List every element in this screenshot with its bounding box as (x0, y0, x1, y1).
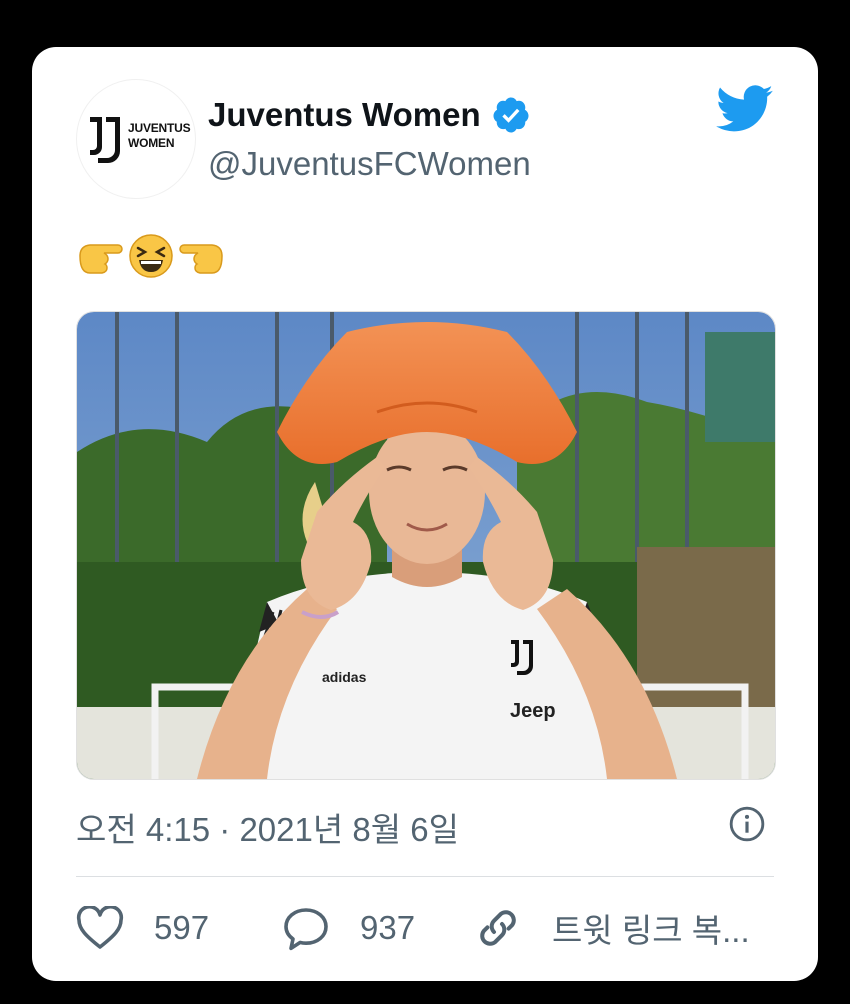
author-handle[interactable]: @JuventusFCWomen (208, 145, 531, 183)
reply-count: 937 (360, 909, 416, 946)
avatar-wordmark-line1: JUVENTUS (128, 121, 191, 135)
reply-button[interactable]: 937 (282, 903, 415, 953)
copy-link-label: 트윗 링크 복... (552, 912, 750, 949)
twitter-bird-icon[interactable] (716, 85, 774, 133)
verified-badge-icon (493, 97, 529, 133)
tweet-photo[interactable]: adidas Jeep (76, 311, 776, 780)
shirt-brand-text: adidas (322, 669, 367, 685)
copy-link-button[interactable]: 트윗 링크 복... (474, 903, 750, 953)
tweet-timestamp[interactable]: 오전 4:15 · 2021년 8월 6일 (76, 803, 459, 851)
avatar-wordmark-line2: WOMEN (128, 136, 175, 150)
photo-illustration: adidas Jeep (77, 312, 775, 779)
profile-avatar[interactable]: JUVENTUS WOMEN (76, 79, 196, 199)
tweet-text: 👉😆👈 (76, 231, 226, 281)
juventus-logo-icon (90, 117, 120, 163)
like-button[interactable]: 597 (76, 903, 209, 953)
display-name[interactable]: Juventus Women (208, 96, 481, 134)
author-name-row[interactable]: Juventus Women (208, 95, 531, 135)
link-icon (480, 910, 516, 946)
speech-bubble-icon (284, 908, 328, 951)
like-count: 597 (154, 909, 210, 946)
heart-icon (76, 906, 124, 949)
divider (76, 876, 774, 877)
pointing-right-emoji-icon (79, 244, 123, 274)
laughing-face-emoji-icon (129, 234, 173, 278)
shirt-sponsor-text: Jeep (510, 700, 556, 722)
pointing-left-emoji-icon (179, 244, 223, 274)
tweet-actions: 597 937 트윗 링크 복... (76, 903, 774, 953)
info-icon[interactable] (728, 805, 766, 843)
tweet-card[interactable]: JUVENTUS WOMEN Juventus Women @JuventusF… (32, 47, 818, 981)
